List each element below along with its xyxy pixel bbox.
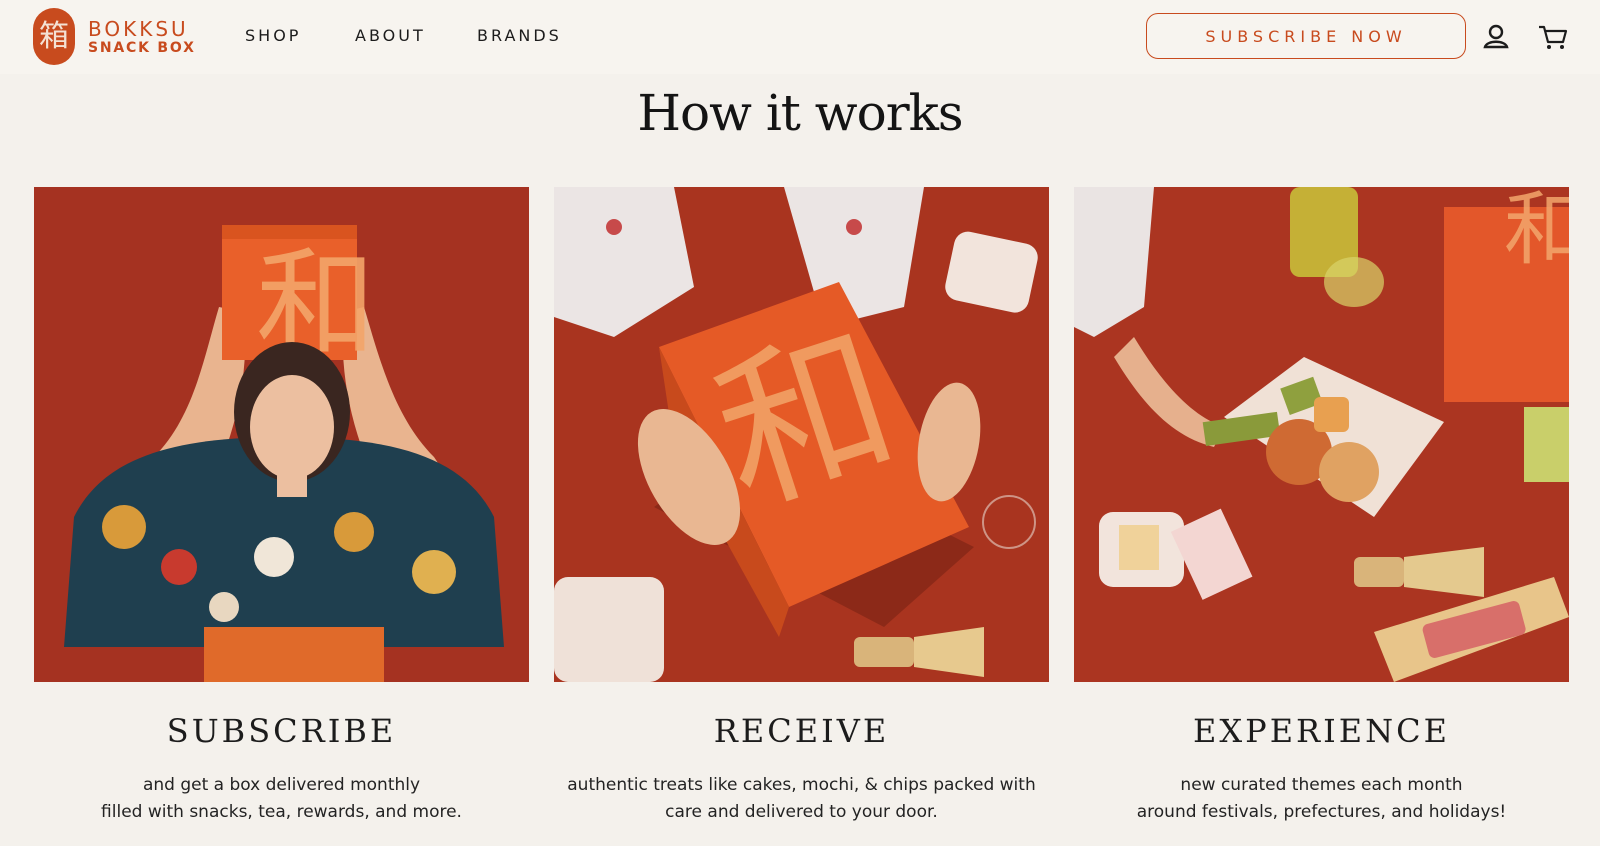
- nav-shop[interactable]: SHOP: [245, 26, 355, 46]
- main-nav: SHOP ABOUT BRANDS: [245, 26, 562, 46]
- svg-text:和: 和: [1504, 187, 1569, 276]
- step-card-receive: 和 RECEIVE authentic treats like cakes, m…: [554, 187, 1049, 826]
- step-photo-receive: 和: [554, 187, 1049, 682]
- step-description: new curated themes each month around fes…: [1136, 775, 1507, 822]
- step-description: authentic treats like cakes, mochi, & ch…: [567, 775, 1036, 822]
- step-card-experience: 和 EXPERIENCE new curated themes each mon…: [1074, 187, 1569, 826]
- nav-about[interactable]: ABOUT: [355, 26, 477, 46]
- logo-wordmark: BOKKSU SNACK BOX: [88, 18, 196, 56]
- bokksu-logo[interactable]: 箱 BOKKSU SNACK BOX: [33, 8, 196, 65]
- step-description: and get a box delivered monthly filled w…: [101, 775, 462, 822]
- subscribe-now-button[interactable]: SUBSCRIBE NOW: [1146, 13, 1466, 59]
- logo-subname: SNACK BOX: [88, 39, 196, 56]
- logo-name: BOKKSU: [88, 16, 189, 41]
- step-photo-subscribe: 和: [34, 187, 529, 682]
- step-card-subscribe: 和 SUBSCRIBE and get a box delivered mont…: [34, 187, 529, 826]
- cart-icon[interactable]: [1537, 22, 1568, 52]
- step-heading: RECEIVE: [713, 712, 890, 750]
- account-icon[interactable]: [1481, 22, 1511, 52]
- step-heading: EXPERIENCE: [1193, 712, 1450, 750]
- nav-brands[interactable]: BRANDS: [477, 26, 562, 46]
- logo-seal: 箱: [33, 8, 75, 65]
- site-header: 箱 BOKKSU SNACK BOX SHOP ABOUT BRANDS SUB…: [0, 0, 1600, 74]
- step-heading: SUBSCRIBE: [166, 712, 397, 750]
- section-title: How it works: [637, 84, 963, 142]
- step-photo-experience: 和: [1074, 187, 1569, 682]
